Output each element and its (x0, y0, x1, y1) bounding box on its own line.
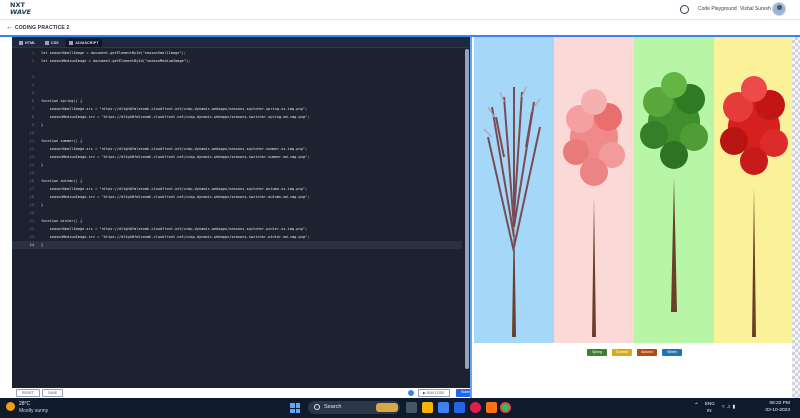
code-line[interactable]: 10 (12, 129, 462, 137)
weather-condition[interactable]: Mostly sunny (19, 408, 48, 414)
editor-tabs: HTML CSS JAVASCRIPT (12, 37, 470, 48)
code-line[interactable]: 21 function winter() { (12, 217, 462, 225)
top-navbar: NXT WAVE Code Playground Vishal Suresh (0, 0, 800, 20)
html-file-icon (19, 41, 23, 46)
clock-time[interactable]: 06:22 PM (762, 401, 790, 406)
code-line[interactable]: 15 (12, 169, 462, 177)
code-line[interactable]: 17 seasonSmallImage.src = "https://d1tgh… (12, 185, 462, 193)
code-line[interactable]: 6 function spring() { (12, 97, 462, 105)
app-icon[interactable] (486, 402, 497, 413)
file-explorer-icon[interactable] (422, 402, 433, 413)
clock-date[interactable]: 03-10-2023 (756, 408, 790, 413)
tab-css[interactable]: CSS (42, 39, 62, 47)
language-indicator[interactable]: ENG (705, 401, 715, 406)
css-file-icon (45, 41, 49, 46)
summer-panel (634, 37, 714, 343)
summer-button[interactable]: Summer (612, 349, 632, 356)
chrome-icon[interactable] (500, 402, 511, 413)
code-line-current[interactable]: 24} (12, 241, 462, 249)
code-editor: HTML CSS JAVASCRIPT 1 let seasonSmallImag… (12, 37, 470, 388)
tray-status-icons[interactable]: ≈♫▮ (722, 404, 737, 410)
winter-panel (474, 37, 554, 343)
nxtwave-logo[interactable]: NXT WAVE (10, 2, 36, 18)
code-line[interactable]: 19} (12, 201, 462, 209)
tab-javascript[interactable]: JAVASCRIPT (66, 39, 102, 47)
editor-footer: RESET SAVE ▶ RUN CODE Submit (12, 388, 478, 398)
code-line[interactable]: 20 (12, 209, 462, 217)
tab-html[interactable]: HTML (16, 39, 39, 47)
weather-temp[interactable]: 28°C (19, 401, 30, 407)
spring-tree-image (563, 89, 625, 337)
theme-toggle-icon[interactable] (680, 5, 689, 14)
transparent-edge (792, 37, 800, 398)
output-preview: Spring Summer Autumn Winter (470, 37, 800, 398)
taskbar: 28°C Mostly sunny Search ⌃ ENG IN ≈♫▮ 06… (0, 398, 800, 418)
winter-button[interactable]: Winter (662, 349, 682, 356)
spring-button[interactable]: Spring (587, 349, 607, 356)
search-highlight-icon (376, 403, 398, 412)
mail-icon[interactable] (438, 402, 449, 413)
store-icon[interactable] (454, 402, 465, 413)
windows-start-icon[interactable] (290, 403, 300, 413)
run-code-button[interactable]: ▶ RUN CODE (418, 389, 450, 397)
editor-scrollbar[interactable] (465, 49, 469, 369)
spring-panel (554, 37, 634, 343)
code-line[interactable]: 2 let seasonMediumImage = document.getEle… (12, 57, 462, 65)
autumn-button[interactable]: Autumn (637, 349, 657, 356)
code-line[interactable]: 1 let seasonSmallImage = document.getElem… (12, 49, 462, 57)
code-line[interactable]: 7 seasonSmallImage.src = "https://d1tgh8… (12, 105, 462, 113)
task-view-icon[interactable] (406, 402, 417, 413)
avatar[interactable] (772, 2, 786, 16)
js-file-icon (69, 41, 73, 46)
region-indicator[interactable]: IN (707, 408, 712, 413)
opera-icon[interactable] (470, 402, 481, 413)
code-line[interactable]: 16 function autumn() { (12, 177, 462, 185)
code-line[interactable]: 4 (12, 81, 462, 89)
code-line[interactable]: 18 seasonMediumImage.src = "https://d1tg… (12, 193, 462, 201)
sun-icon[interactable] (6, 402, 15, 411)
code-line[interactable]: 23 seasonMediumImage.src = "https://d1tg… (12, 233, 462, 241)
code-line[interactable]: 5 (12, 89, 462, 97)
code-line[interactable]: 8 seasonMediumImage.src = "https://d1tgh… (12, 113, 462, 121)
autumn-tree-image (720, 76, 788, 337)
season-buttons: Spring Summer Autumn Winter (587, 349, 727, 357)
reset-button[interactable]: RESET (16, 389, 40, 397)
logo-text-bottom: WAVE (10, 8, 31, 16)
autumn-panel (714, 37, 794, 343)
code-line[interactable]: 11 function summer() { (12, 137, 462, 145)
code-line[interactable]: 9} (12, 121, 462, 129)
code-playground-link[interactable]: Code Playground (698, 6, 737, 12)
user-name: Vishal Suresh (740, 6, 771, 12)
breadcrumb: ← CODING PRACTICE 2 (0, 20, 800, 37)
back-arrow-icon[interactable]: ← (6, 24, 13, 31)
code-line[interactable]: 22 seasonSmallImage.src = "https://d1tgh… (12, 225, 462, 233)
code-line[interactable]: 14} (12, 161, 462, 169)
page-title: CODING PRACTICE 2 (15, 25, 70, 31)
settings-icon[interactable] (408, 390, 414, 396)
code-line[interactable]: 12 seasonSmallImage.src = "https://d1tgh… (12, 145, 462, 153)
code-line[interactable]: 3 (12, 73, 462, 81)
taskbar-search[interactable]: Search (308, 401, 400, 414)
code-line[interactable]: 13 seasonMediumImage.src = "https://d1tg… (12, 153, 462, 161)
save-button[interactable]: SAVE (42, 389, 64, 397)
tray-chevron-up-icon[interactable]: ⌃ (694, 402, 699, 409)
search-icon (314, 404, 320, 410)
summer-tree-image (640, 72, 708, 312)
winter-tree-image (483, 86, 541, 337)
code-area[interactable]: 1 let seasonSmallImage = document.getElem… (12, 49, 470, 388)
season-image (474, 37, 794, 343)
